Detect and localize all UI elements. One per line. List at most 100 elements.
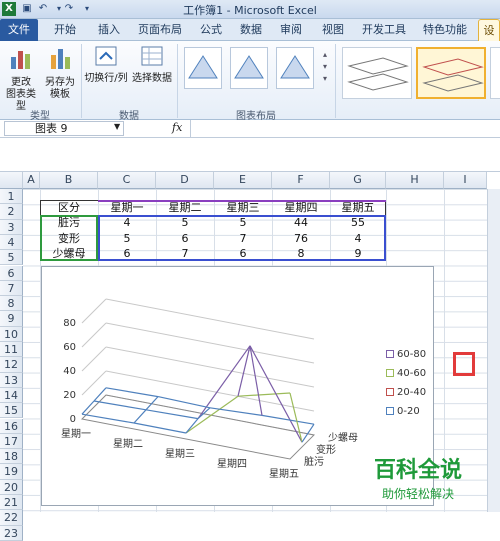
column-header[interactable]: C bbox=[98, 172, 156, 189]
select-all-corner[interactable] bbox=[0, 172, 23, 189]
row-header[interactable]: 18 bbox=[0, 449, 23, 465]
table-cell[interactable]: 6 bbox=[156, 231, 214, 246]
name-box-dropdown-icon[interactable]: ▼ bbox=[114, 122, 120, 131]
table-cell[interactable]: 5 bbox=[156, 215, 214, 230]
table-header-cell[interactable]: 区分 bbox=[40, 200, 98, 215]
table-cell[interactable]: 55 bbox=[330, 215, 386, 230]
table-header-cell[interactable]: 星期二 bbox=[156, 200, 214, 215]
column-header[interactable]: B bbox=[40, 172, 98, 189]
row-header[interactable]: 1 bbox=[0, 189, 23, 205]
switch-row-column-icon bbox=[95, 46, 117, 66]
chart-layout-1[interactable] bbox=[184, 47, 222, 89]
row-header[interactable]: 9 bbox=[0, 311, 23, 327]
layout-more-icon[interactable]: ▴ ▾ ▾ bbox=[320, 49, 330, 85]
template-icon bbox=[51, 49, 70, 69]
column-header[interactable]: G bbox=[330, 172, 386, 189]
row-header[interactable]: 2 bbox=[0, 204, 23, 220]
chart-layout-2[interactable] bbox=[230, 47, 268, 89]
table-cell[interactable]: 5 bbox=[214, 215, 272, 230]
table-cell[interactable]: 76 bbox=[272, 231, 330, 246]
table-cell[interactable]: 6 bbox=[214, 246, 272, 261]
style-thumb-icon bbox=[422, 58, 484, 92]
table-cell[interactable]: 7 bbox=[214, 231, 272, 246]
row-header[interactable]: 22 bbox=[0, 510, 23, 526]
row-header[interactable]: 19 bbox=[0, 464, 23, 480]
tab-design[interactable]: 设 bbox=[478, 19, 500, 41]
style-thumb-icon bbox=[347, 57, 409, 91]
x-tick-label: 星期三 bbox=[165, 448, 195, 460]
tab-developer[interactable]: 开发工具 bbox=[358, 19, 410, 41]
row-header[interactable]: 4 bbox=[0, 234, 23, 251]
legend-item: 0-20 bbox=[386, 406, 420, 417]
table-header-cell[interactable]: 星期五 bbox=[330, 200, 386, 215]
row-header[interactable]: 20 bbox=[0, 479, 23, 495]
save-as-template-button[interactable]: 另存为 模板 bbox=[42, 45, 78, 101]
switch-row-column-button[interactable]: 切换行/列 bbox=[84, 45, 128, 85]
select-data-button[interactable]: 选择数据 bbox=[130, 45, 174, 85]
chart-style-3[interactable] bbox=[490, 47, 500, 99]
layout-thumb-icon bbox=[188, 55, 218, 79]
x-tick-label: 星期五 bbox=[269, 468, 299, 480]
tab-view[interactable]: 视图 bbox=[318, 19, 348, 41]
table-header-cell[interactable]: 星期一 bbox=[98, 200, 156, 215]
row-header[interactable]: 8 bbox=[0, 296, 23, 312]
column-header[interactable]: E bbox=[214, 172, 272, 189]
table-cell[interactable]: 7 bbox=[156, 246, 214, 261]
layout-thumb-icon bbox=[280, 55, 310, 79]
table-cell[interactable]: 9 bbox=[330, 246, 386, 261]
gridline bbox=[105, 346, 315, 388]
tab-formulas[interactable]: 公式 bbox=[196, 19, 226, 41]
layout-thumb-icon bbox=[234, 55, 264, 79]
table-header-cell[interactable]: 星期三 bbox=[214, 200, 272, 215]
tab-file[interactable]: 文件 bbox=[0, 19, 38, 41]
tab-features[interactable]: 特色功能 bbox=[420, 19, 470, 41]
column-header[interactable]: H bbox=[386, 172, 444, 189]
tab-home[interactable]: 开始 bbox=[48, 19, 82, 41]
legend-swatch bbox=[386, 388, 394, 396]
x-tick-label: 星期二 bbox=[113, 438, 143, 450]
row-header[interactable]: 17 bbox=[0, 433, 23, 450]
row-header[interactable]: 11 bbox=[0, 342, 23, 358]
group-separator bbox=[335, 44, 336, 118]
column-header[interactable]: F bbox=[272, 172, 330, 189]
chart-style-1[interactable] bbox=[342, 47, 412, 99]
tab-data[interactable]: 数据 bbox=[236, 19, 266, 41]
column-header[interactable]: A bbox=[23, 172, 40, 189]
table-header-cell[interactable]: 星期四 bbox=[272, 200, 330, 215]
chart-layout-3[interactable] bbox=[276, 47, 314, 89]
row-header[interactable]: 7 bbox=[0, 280, 23, 297]
table-cell[interactable]: 4 bbox=[98, 215, 156, 230]
row-header[interactable]: 21 bbox=[0, 495, 23, 511]
row-header[interactable]: 6 bbox=[0, 265, 23, 281]
row-header[interactable]: 13 bbox=[0, 372, 23, 388]
table-cell[interactable]: 脏污 bbox=[40, 215, 98, 230]
table-cell[interactable]: 变形 bbox=[40, 231, 98, 246]
row-header[interactable]: 3 bbox=[0, 219, 23, 235]
table-cell[interactable]: 8 bbox=[272, 246, 330, 261]
row-header[interactable]: 5 bbox=[0, 250, 23, 266]
vertical-scrollbar[interactable] bbox=[487, 189, 500, 512]
row-header[interactable]: 14 bbox=[0, 387, 23, 404]
tab-page-layout[interactable]: 页面布局 bbox=[134, 19, 186, 41]
insert-function-icon[interactable]: fx bbox=[172, 121, 182, 134]
column-header[interactable]: I bbox=[444, 172, 487, 189]
formula-input[interactable] bbox=[190, 120, 498, 137]
name-box[interactable]: 图表 9 bbox=[4, 121, 124, 136]
table-cell[interactable]: 44 bbox=[272, 215, 330, 230]
tab-review[interactable]: 审阅 bbox=[276, 19, 306, 41]
table-cell[interactable]: 少螺母 bbox=[40, 246, 98, 261]
table-cell[interactable]: 4 bbox=[330, 231, 386, 246]
row-header[interactable]: 15 bbox=[0, 403, 23, 419]
tab-insert[interactable]: 插入 bbox=[92, 19, 126, 41]
row-header[interactable]: 12 bbox=[0, 357, 23, 373]
column-header[interactable]: D bbox=[156, 172, 214, 189]
formula-bar: 图表 9 ▼ fx bbox=[0, 120, 500, 138]
row-header[interactable]: 23 bbox=[0, 525, 23, 541]
surface-edge bbox=[197, 345, 251, 419]
change-chart-type-button[interactable]: 更改 图表类型 bbox=[2, 45, 40, 113]
table-cell[interactable]: 5 bbox=[98, 231, 156, 246]
table-cell[interactable]: 6 bbox=[98, 246, 156, 261]
row-header[interactable]: 16 bbox=[0, 418, 23, 434]
row-header[interactable]: 10 bbox=[0, 326, 23, 342]
chart-style-2[interactable] bbox=[416, 47, 486, 99]
